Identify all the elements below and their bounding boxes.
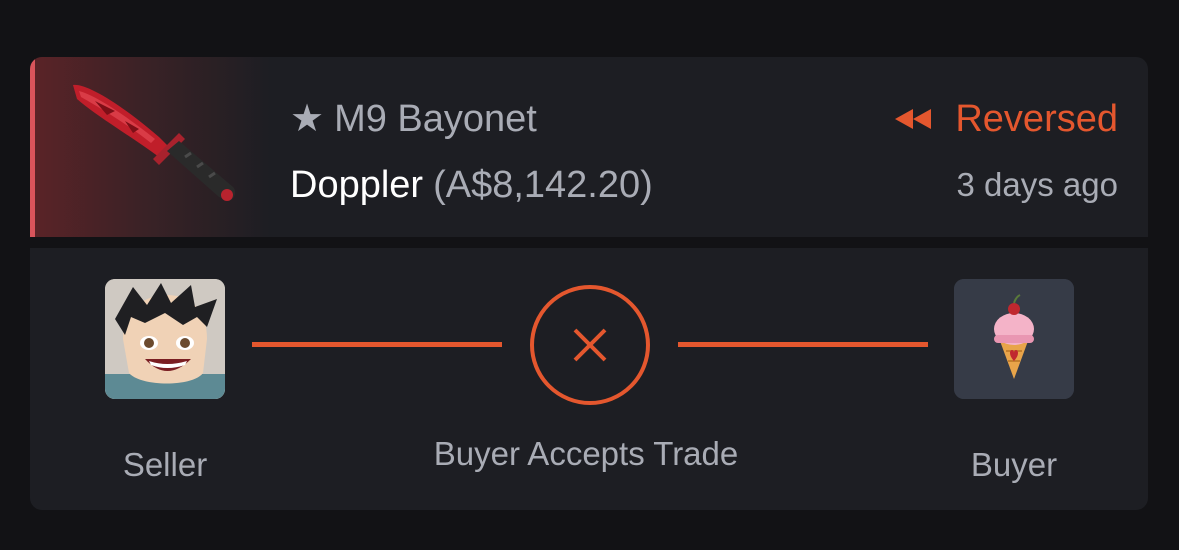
seller-label: Seller xyxy=(122,446,208,483)
item-phase-row: Doppler (A$8,142.20) xyxy=(290,163,653,207)
item-price: (A$8,142.20) xyxy=(433,164,653,206)
status-badge: Reversed xyxy=(893,97,1118,141)
seller-avatar[interactable] xyxy=(105,279,225,399)
timestamp: 3 days ago xyxy=(956,166,1118,203)
item-name-row: ★ M9 Bayonet xyxy=(290,97,537,141)
item-card[interactable]: ★ M9 Bayonet Doppler (A$8,142.20) Reverse… xyxy=(30,57,1148,237)
seller-avatar-image xyxy=(105,279,225,399)
ice-cream-icon xyxy=(954,279,1074,399)
rewind-icon xyxy=(895,109,932,129)
trade-progress-card: Seller Buyer Accepts Trade Buyer xyxy=(30,248,1148,510)
progress-line-left xyxy=(252,342,502,347)
item-name: M9 Bayonet xyxy=(334,98,537,140)
item-phase: Doppler xyxy=(290,164,424,206)
trade-page: ★ M9 Bayonet Doppler (A$8,142.20) Reverse… xyxy=(0,0,1179,550)
item-thumbnail xyxy=(30,57,270,237)
close-icon xyxy=(573,328,607,362)
buyer-label: Buyer xyxy=(970,446,1058,483)
buyer-avatar[interactable] xyxy=(954,279,1074,399)
trade-step-status xyxy=(530,285,650,405)
knife-image xyxy=(73,84,236,201)
star-icon: ★ xyxy=(290,98,325,140)
progress-line-right xyxy=(678,342,928,347)
status-text: Reversed xyxy=(955,98,1118,140)
trade-step-label: Buyer Accepts Trade xyxy=(433,435,739,472)
